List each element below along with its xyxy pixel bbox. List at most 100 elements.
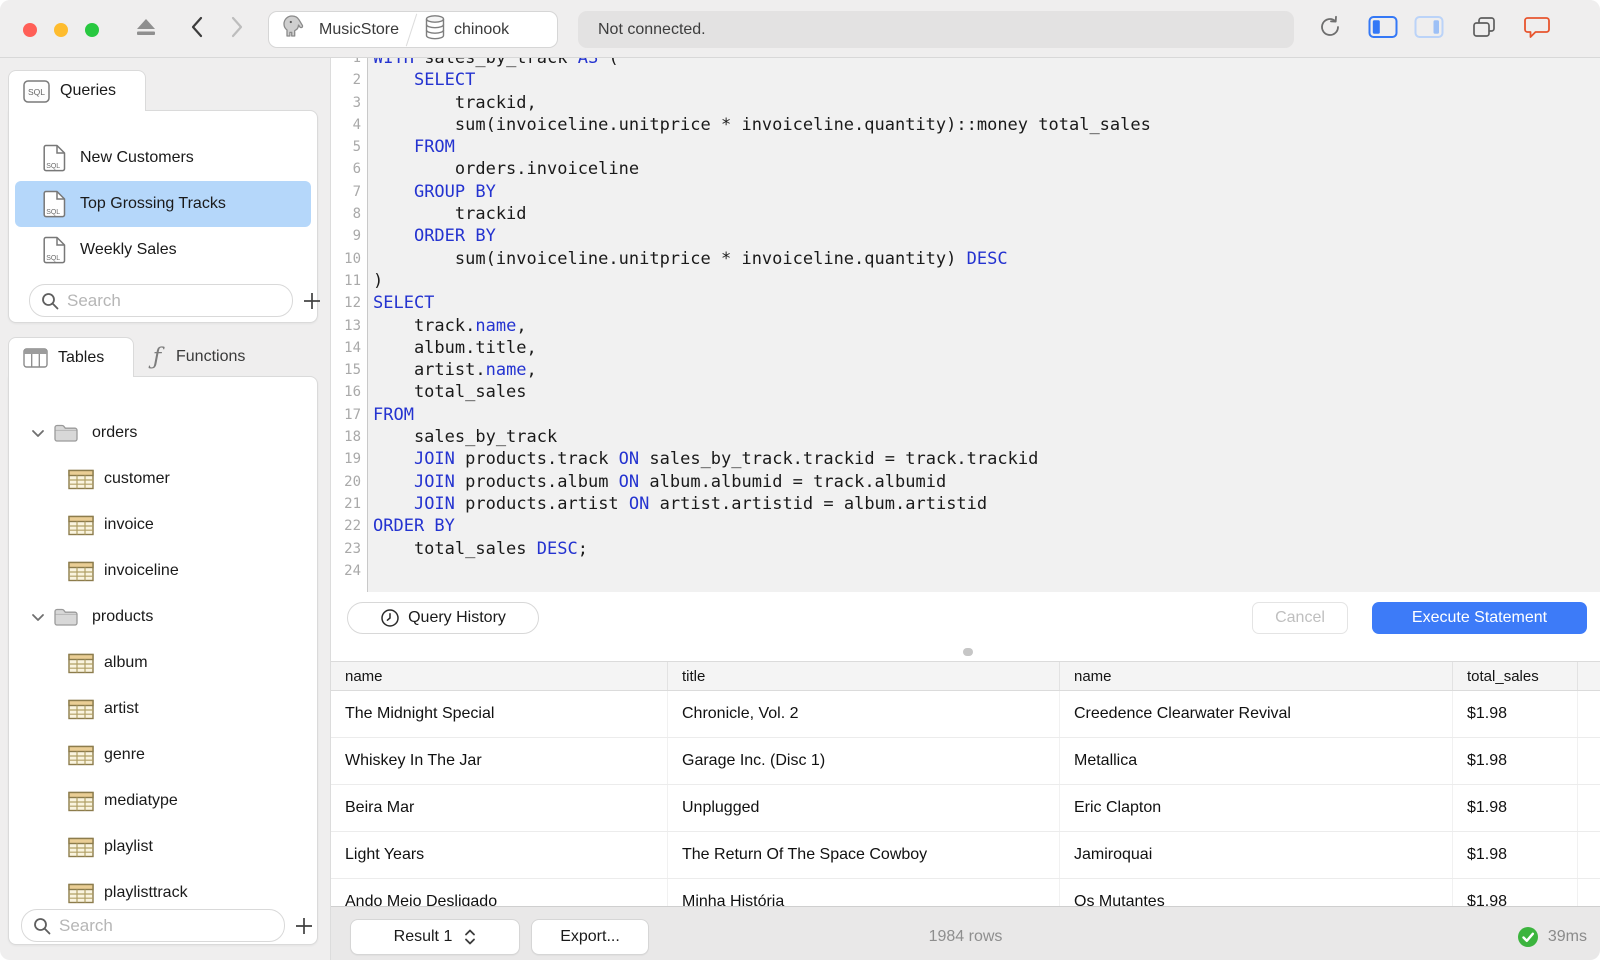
- connection-status: Not connected.: [578, 11, 1294, 48]
- result-row[interactable]: Beira Mar Unplugged Eric Clapton $1.98: [331, 785, 1600, 832]
- column-header[interactable]: total_sales: [1453, 662, 1578, 690]
- search-icon: [34, 917, 51, 934]
- code-line: FROM: [413, 137, 455, 158]
- breadcrumb-item-database[interactable]: chinook: [424, 14, 509, 46]
- tab-functions[interactable]: ƒ Functions: [134, 337, 284, 377]
- clock-icon: [380, 608, 400, 628]
- disconnect-button[interactable]: [132, 0, 160, 58]
- table-row-item[interactable]: invoiceline: [9, 548, 317, 594]
- table-row-item[interactable]: artist: [9, 686, 317, 732]
- result-cell: Light Years: [331, 832, 668, 878]
- close-window-button[interactable]: [23, 23, 37, 37]
- column-header[interactable]: name: [331, 662, 668, 690]
- sql-editor[interactable]: 1 2 3 4 5 6 7 8 9 10 11 12 13 14 15 16 17 18 19 20 21 22 23 24 …: [331, 58, 1600, 592]
- feedback-button[interactable]: [1521, 0, 1553, 58]
- query-list-item[interactable]: SQL Top Grossing Tracks: [15, 181, 311, 227]
- speech-bubble-icon: [1523, 15, 1551, 44]
- add-query-button[interactable]: [301, 290, 323, 312]
- table-row-item[interactable]: album: [9, 640, 317, 686]
- svg-text:SQL: SQL: [46, 163, 60, 170]
- result-row[interactable]: The Midnight Special Chronicle, Vol. 2 Cre…: [331, 691, 1600, 738]
- query-search-input[interactable]: [67, 290, 267, 311]
- back-button[interactable]: [188, 0, 206, 58]
- chevron-down-icon[interactable]: [31, 429, 45, 438]
- add-table-button[interactable]: [293, 915, 315, 937]
- table-row-item[interactable]: customer: [9, 456, 317, 502]
- breadcrumb-item-server[interactable]: MusicStore: [281, 14, 399, 45]
- tree-item-label: playlist: [104, 838, 153, 855]
- main-area: 1 2 3 4 5 6 7 8 9 10 11 12 13 14 15 16 17 18 19 20 21 22 23 24 …: [330, 58, 1600, 960]
- code-line: ORDER BY: [373, 516, 455, 537]
- tree-item-label: products: [92, 608, 154, 625]
- column-header[interactable]: name: [1060, 662, 1453, 690]
- result-cell: Chronicle, Vol. 2: [668, 691, 1060, 737]
- column-header[interactable]: title: [668, 662, 1060, 690]
- line-number: 19: [344, 451, 361, 468]
- chevron-down-icon[interactable]: [31, 613, 45, 622]
- query-history-button[interactable]: Query History: [347, 602, 539, 634]
- query-list-item[interactable]: SQL New Customers: [15, 135, 311, 181]
- plus-icon: [304, 292, 320, 309]
- export-button[interactable]: Export...: [531, 919, 649, 955]
- tree-item-label: playlisttrack: [104, 884, 188, 901]
- table-row-item[interactable]: playlist: [9, 824, 317, 870]
- result-cell: The Midnight Special: [331, 691, 668, 737]
- table-search-input[interactable]: [59, 915, 259, 936]
- line-numbers: 1 2 3 4 5 6 7 8 9 10 11 12 13 14 15 16 17 18 19 20 21 22 23 24: [331, 58, 361, 582]
- table-grid-icon: [68, 791, 94, 812]
- result-row[interactable]: Light Years The Return Of The Space Cowbo…: [331, 832, 1600, 879]
- query-history-label: Query History: [408, 609, 506, 626]
- code-line: FROM: [373, 404, 414, 425]
- minimize-window-button[interactable]: [54, 23, 68, 37]
- split-drag-handle[interactable]: [963, 648, 973, 656]
- table-row-item[interactable]: mediatype: [9, 778, 317, 824]
- result-cell: Creedence Clearwater Revival: [1060, 691, 1453, 737]
- result-cell: Jamiroquai: [1060, 832, 1453, 878]
- breadcrumb: MusicStore chinook: [268, 11, 558, 48]
- svg-text:ƒ: ƒ: [148, 344, 165, 370]
- cancel-button[interactable]: Cancel: [1252, 602, 1348, 634]
- queries-panel: SQL New Customers SQL Top Grossing Tracks SQ…: [8, 110, 320, 323]
- toolbar: MusicStore chinook Not connected.: [0, 0, 1600, 58]
- code-line: WITH sales_by_track AS (: [373, 58, 619, 68]
- toggle-right-sidebar-button[interactable]: [1413, 0, 1445, 58]
- tree-item-label: album: [104, 654, 148, 671]
- table-grid-icon: [68, 653, 94, 674]
- tab-queries[interactable]: SQL Queries: [8, 70, 146, 111]
- line-number: 16: [344, 384, 361, 401]
- execute-statement-button[interactable]: Execute Statement: [1372, 602, 1587, 634]
- result-cell: $1.98: [1453, 738, 1578, 784]
- result-cell: The Return Of The Space Cowboy: [668, 832, 1060, 878]
- table-row-item[interactable]: invoice: [9, 502, 317, 548]
- tree-item-label: orders: [92, 424, 138, 441]
- line-number: 9: [352, 228, 361, 245]
- table-row-item[interactable]: genre: [9, 732, 317, 778]
- result-selector[interactable]: Result 1: [350, 919, 520, 955]
- sql-code[interactable]: WITH sales_by_track AS ( SELECT trackid,…: [373, 58, 1600, 582]
- results-status-bar: Result 1 Export... 1984 rows 39ms: [331, 906, 1600, 960]
- schema-folder-row[interactable]: products: [9, 594, 317, 640]
- tree-item-label: invoiceline: [104, 562, 179, 579]
- sql-file-icon: SQL: [43, 144, 66, 172]
- result-row[interactable]: Whiskey In The Jar Garage Inc. (Disc 1) Me…: [331, 738, 1600, 785]
- connection-status-text: Not connected.: [598, 20, 706, 38]
- result-cell: Garage Inc. (Disc 1): [668, 738, 1060, 784]
- window-tabs-button[interactable]: [1469, 0, 1499, 58]
- reload-button[interactable]: [1316, 0, 1344, 58]
- line-number: 10: [344, 250, 361, 267]
- toggle-left-sidebar-button[interactable]: [1367, 0, 1399, 58]
- result-cell: $1.98: [1453, 785, 1578, 831]
- schema-folder-row[interactable]: orders: [9, 410, 317, 456]
- column-header[interactable]: [1578, 662, 1600, 690]
- code-line: JOIN products.artist ON artist.artistid …: [413, 493, 988, 514]
- tab-tables[interactable]: Tables: [8, 337, 134, 377]
- result-cell: [1578, 691, 1600, 737]
- database-icon: [424, 14, 446, 46]
- forward-button[interactable]: [228, 0, 246, 58]
- eject-icon: [133, 16, 159, 43]
- zoom-window-button[interactable]: [85, 23, 99, 37]
- code-line: JOIN products.track ON sales_by_track.tr…: [413, 449, 1039, 470]
- chevron-right-icon: [230, 16, 244, 43]
- results-header: name title name total_sales: [331, 661, 1600, 691]
- query-list-item[interactable]: SQL Weekly Sales: [15, 227, 311, 273]
